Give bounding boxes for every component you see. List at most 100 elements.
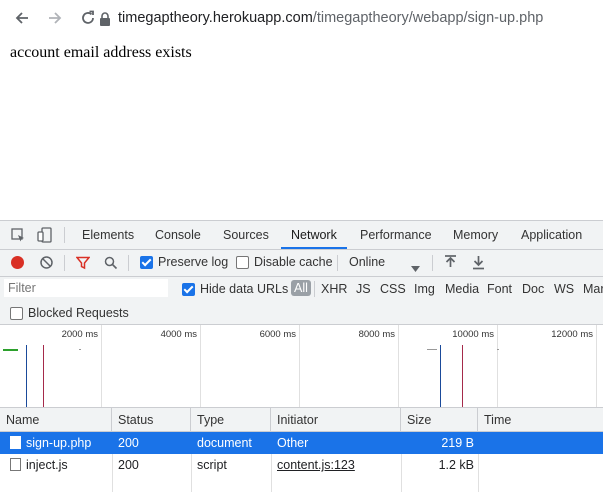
timeline-tick-label: 6000 ms [259, 329, 296, 340]
request-name: inject.js [26, 458, 68, 472]
toolbar-separator [432, 255, 433, 271]
timeline-gridline [101, 325, 102, 407]
tab-sources[interactable]: Sources [223, 221, 269, 249]
toolbar-separator [337, 255, 338, 271]
column-header-time[interactable]: Time [478, 408, 603, 432]
filter-type-css[interactable]: CSS [380, 282, 406, 296]
dom-content-loaded-marker [440, 345, 441, 407]
forward-button[interactable] [45, 8, 65, 28]
filter-type-doc[interactable]: Doc [522, 282, 544, 296]
preserve-log-checkbox[interactable] [140, 256, 153, 269]
filter-separator [314, 281, 315, 297]
reload-icon [82, 10, 94, 24]
hide-data-urls-checkbox[interactable] [182, 283, 195, 296]
timeline-request-bar [79, 349, 81, 350]
column-header-initiator[interactable]: Initiator [271, 408, 401, 432]
tab-performance[interactable]: Performance [360, 221, 432, 249]
timeline-request-bar [3, 349, 18, 351]
import-har-icon[interactable] [444, 255, 457, 275]
page-content: account email address exists [0, 36, 603, 220]
tab-network[interactable]: Network [281, 221, 347, 249]
network-request-table: Name Status Type Initiator Size Time sig… [0, 408, 603, 492]
inspect-element-icon[interactable] [11, 228, 26, 248]
filter-type-js[interactable]: JS [356, 282, 371, 296]
timeline-gridline [497, 325, 498, 407]
filter-type-ws[interactable]: WS [554, 282, 574, 296]
script-file-icon [10, 458, 21, 471]
search-icon[interactable] [104, 256, 118, 275]
back-button[interactable] [12, 8, 32, 28]
timeline-gridline [299, 325, 300, 407]
throttle-select[interactable]: Online [349, 255, 385, 269]
disable-cache-label: Disable cache [254, 255, 333, 269]
filter-type-font[interactable]: Font [487, 282, 512, 296]
request-type: script [197, 458, 227, 472]
filter-type-media[interactable]: Media [445, 282, 479, 296]
browser-toolbar: timegaptheory.herokuapp.com/timegaptheor… [0, 0, 603, 36]
filter-type-manifest[interactable]: Mar [583, 282, 603, 296]
tab-console[interactable]: Console [155, 221, 201, 249]
table-row[interactable]: inject.js 200 script content.js:123 1.2 … [0, 454, 603, 476]
request-size: 1.2 kB [438, 458, 474, 472]
toolbar-separator [64, 255, 65, 271]
blocked-requests-checkbox[interactable] [10, 307, 23, 320]
forward-arrow-icon [49, 12, 62, 24]
filter-type-xhr[interactable]: XHR [321, 282, 347, 296]
load-event-marker [462, 345, 463, 407]
clear-icon[interactable] [39, 255, 54, 275]
dom-content-loaded-marker [26, 345, 27, 407]
column-header-name[interactable]: Name [0, 408, 112, 432]
tab-separator [64, 227, 65, 243]
timeline-request-bar [497, 349, 499, 350]
blocked-requests-bar: Blocked Requests [0, 301, 603, 325]
table-row[interactable]: sign-up.php 200 document Other 219 B [0, 432, 603, 454]
request-name: sign-up.php [26, 436, 92, 450]
page-message: account email address exists [10, 44, 192, 61]
timeline-tick-label: 8000 ms [358, 329, 395, 340]
request-size: 219 B [441, 436, 474, 450]
filter-icon[interactable] [75, 256, 91, 275]
request-time [478, 432, 603, 454]
tab-application[interactable]: Application [521, 221, 582, 249]
record-icon[interactable] [11, 256, 24, 269]
tab-elements[interactable]: Elements [82, 221, 134, 249]
column-header-status[interactable]: Status [112, 408, 191, 432]
timeline-tick-label: 12000 ms [551, 329, 593, 340]
filter-type-all[interactable]: All [291, 280, 311, 296]
devtools-panel: Elements Console Sources Network Perform… [0, 220, 603, 492]
request-status: 200 [118, 458, 139, 472]
filter-type-img[interactable]: Img [414, 282, 435, 296]
reload-button[interactable] [78, 8, 98, 28]
request-time [478, 454, 603, 476]
column-header-type[interactable]: Type [191, 408, 271, 432]
request-initiator: Other [277, 436, 309, 450]
hide-data-urls-label: Hide data URLs [200, 282, 289, 296]
device-toolbar-icon[interactable] [37, 227, 53, 248]
timeline-tick-label: 2000 ms [61, 329, 98, 340]
toolbar-separator [128, 255, 129, 271]
address-bar[interactable]: timegaptheory.herokuapp.com/timegaptheor… [118, 0, 543, 36]
disable-cache-checkbox[interactable] [236, 256, 249, 269]
request-initiator-link[interactable]: content.js:123 [271, 454, 401, 476]
column-header-size[interactable]: Size [401, 408, 478, 432]
timeline-tick-label: 4000 ms [160, 329, 197, 340]
network-toolbar: Preserve log Disable cache Online [0, 250, 603, 277]
network-overview-timeline[interactable]: 2000 ms 4000 ms 6000 ms 8000 ms 10000 ms… [0, 325, 603, 408]
devtools-tabbar: Elements Console Sources Network Perform… [0, 221, 603, 250]
export-har-icon[interactable] [472, 255, 485, 275]
request-name-cell: sign-up.php [4, 432, 112, 454]
timeline-request-bar [427, 349, 437, 350]
preserve-log-label: Preserve log [158, 255, 229, 269]
request-type: document [197, 436, 252, 450]
filter-bar: Hide data URLs All XHR JS CSS Img Media … [0, 277, 603, 301]
load-event-marker [43, 345, 44, 407]
request-name-cell: inject.js [4, 454, 112, 476]
timeline-gridline [200, 325, 201, 407]
back-arrow-icon [15, 12, 28, 24]
timeline-tick-label: 10000 ms [452, 329, 494, 340]
lock-icon[interactable] [98, 11, 112, 27]
url-path: /timegaptheory/webapp/sign-up.php [312, 10, 544, 26]
tab-memory[interactable]: Memory [453, 221, 498, 249]
timeline-gridline [398, 325, 399, 407]
filter-input[interactable] [4, 279, 168, 297]
